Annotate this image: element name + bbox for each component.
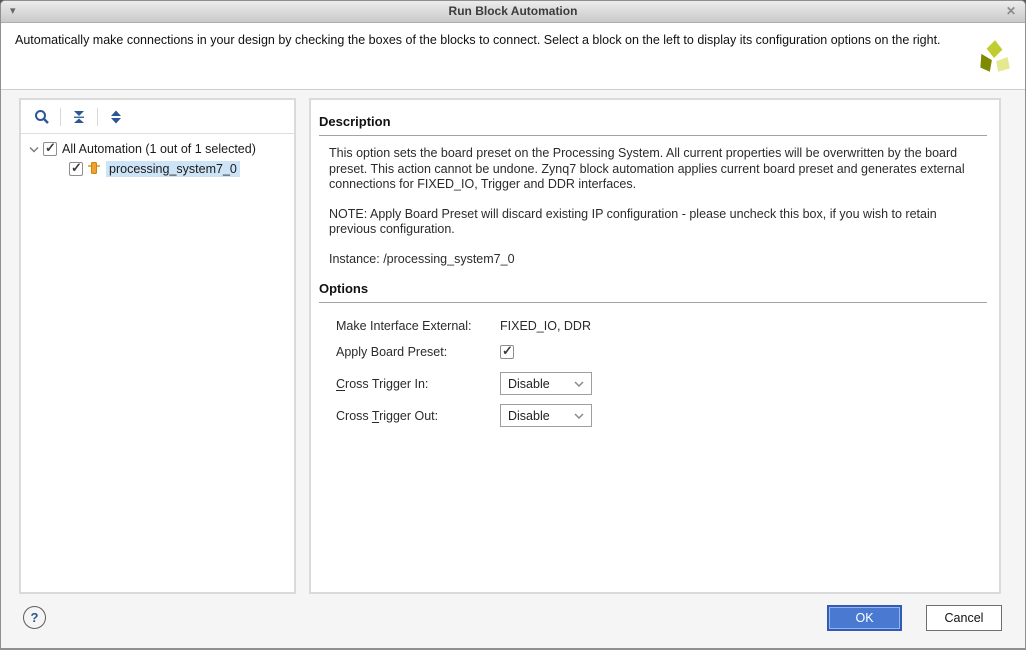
option-label: Cross Trigger In: — [336, 377, 500, 391]
tree-expander-icon[interactable] — [29, 146, 43, 153]
ok-button[interactable]: OK — [827, 605, 902, 631]
options-heading: Options — [319, 281, 987, 303]
close-icon[interactable]: ✕ — [1006, 4, 1016, 18]
selected-value: Disable — [508, 377, 574, 391]
chevron-down-icon — [574, 413, 584, 419]
option-cross-trigger-out: Cross Trigger Out: Disable — [336, 404, 999, 427]
option-cross-trigger-in: Cross Trigger In: Disable — [336, 372, 999, 395]
window-title: Run Block Automation — [1, 4, 1025, 18]
banner-text: Automatically make connections in your d… — [15, 32, 955, 49]
dialog-body: All Automation (1 out of 1 selected) pro… — [1, 90, 1025, 648]
banner: Automatically make connections in your d… — [1, 23, 1025, 90]
toolbar-separator — [97, 108, 98, 126]
expand-all-icon[interactable] — [107, 108, 125, 126]
apply-board-preset-checkbox[interactable] — [500, 345, 514, 359]
toolbar-separator — [60, 108, 61, 126]
instance-line: Instance: /processing_system7_0 — [329, 252, 977, 268]
cross-trigger-out-select[interactable]: Disable — [500, 404, 592, 427]
tree-row-processing-system[interactable]: processing_system7_0 — [21, 160, 294, 178]
collapse-all-icon[interactable] — [70, 108, 88, 126]
search-icon[interactable] — [33, 108, 51, 126]
option-make-interface-external: Make Interface External: FIXED_IO, DDR — [336, 319, 999, 333]
cancel-button[interactable]: Cancel — [926, 605, 1002, 631]
cross-trigger-in-select[interactable]: Disable — [500, 372, 592, 395]
help-button[interactable]: ? — [23, 606, 46, 629]
titlebar: ▾ Run Block Automation ✕ — [1, 1, 1025, 23]
description-body: This option sets the board preset on the… — [329, 146, 979, 267]
tree-item-label[interactable]: All Automation (1 out of 1 selected) — [62, 142, 256, 156]
option-apply-board-preset: Apply Board Preset: — [336, 345, 999, 359]
tree-row-all-automation[interactable]: All Automation (1 out of 1 selected) — [21, 140, 294, 158]
tree-item-label[interactable]: processing_system7_0 — [106, 161, 240, 177]
description-paragraph: This option sets the board preset on the… — [329, 146, 977, 193]
ip-block-icon — [87, 161, 101, 178]
xilinx-logo-icon — [973, 35, 1015, 79]
chevron-down-icon — [574, 381, 584, 387]
option-value: FIXED_IO, DDR — [500, 319, 591, 333]
description-heading: Description — [319, 114, 987, 136]
configuration-panel: Description This option sets the board p… — [309, 98, 1001, 594]
selected-value: Disable — [508, 409, 574, 423]
processing-system-checkbox[interactable] — [69, 162, 83, 176]
option-label: Apply Board Preset: — [336, 345, 500, 359]
description-note: NOTE: Apply Board Preset will discard ex… — [329, 207, 977, 238]
automation-tree-panel: All Automation (1 out of 1 selected) pro… — [19, 98, 296, 594]
run-block-automation-dialog: ▾ Run Block Automation ✕ Automatically m… — [0, 0, 1026, 650]
automation-tree: All Automation (1 out of 1 selected) pro… — [21, 134, 294, 178]
all-automation-checkbox[interactable] — [43, 142, 57, 156]
tree-toolbar — [21, 100, 294, 134]
option-label: Make Interface External: — [336, 319, 500, 333]
option-label: Cross Trigger Out: — [336, 409, 500, 423]
